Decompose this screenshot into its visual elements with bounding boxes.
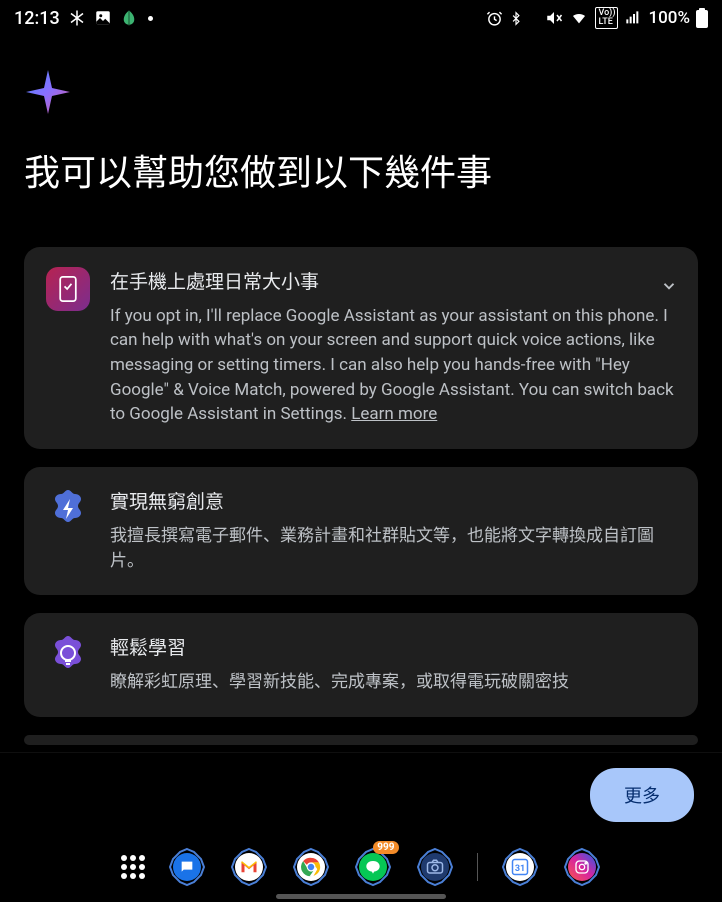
card-description: 我擅長撰寫電子郵件、業務計畫和社群貼文等，也能將文字轉換成自訂圖片。 xyxy=(110,524,676,573)
card-next-peek xyxy=(24,735,698,745)
card-body: 實現無窮創意 我擅長撰寫電子郵件、業務計畫和社群貼文等，也能將文字轉換成自訂圖片… xyxy=(110,487,676,573)
mute-icon xyxy=(545,9,563,27)
card-creativity[interactable]: 實現無窮創意 我擅長撰寫電子郵件、業務計畫和社群貼文等，也能將文字轉換成自訂圖片… xyxy=(24,467,698,595)
page-heading: 我可以幫助您做到以下幾件事 xyxy=(24,150,698,197)
status-bar: 12:13 Vo))LTE 100% xyxy=(0,0,722,36)
nav-app-camera[interactable] xyxy=(415,847,455,887)
card-title: 輕鬆學習 xyxy=(110,633,676,660)
leaf-icon xyxy=(120,9,138,27)
main-content: 我可以幫助您做到以下幾件事 在手機上處理日常大小事 If you opt in,… xyxy=(0,36,722,752)
nav-app-instagram[interactable] xyxy=(562,847,602,887)
battery-text: 100% xyxy=(648,8,690,28)
bluetooth-icon xyxy=(509,10,523,27)
image-icon xyxy=(94,9,112,27)
status-dot xyxy=(148,16,153,21)
lightning-icon xyxy=(46,487,90,531)
battery-icon xyxy=(696,8,708,28)
nav-divider xyxy=(477,853,478,881)
footer-bar: 更多 xyxy=(0,752,722,836)
chevron-down-icon[interactable] xyxy=(660,277,678,299)
nav-app-calendar[interactable]: 31 xyxy=(500,847,540,887)
nav-app-chat[interactable] xyxy=(167,847,207,887)
nav-app-line[interactable]: 999 xyxy=(353,847,393,887)
card-body: 輕鬆學習 瞭解彩虹原理、學習新技能、完成專案，或取得電玩破關密技 xyxy=(110,633,676,695)
more-button[interactable]: 更多 xyxy=(590,768,694,822)
card-description: 瞭解彩虹原理、學習新技能、完成專案，或取得電玩破關密技 xyxy=(110,670,676,695)
lightbulb-icon xyxy=(46,633,90,677)
notification-badge: 999 xyxy=(373,841,398,854)
app-drawer-icon[interactable] xyxy=(121,855,145,879)
card-description: If you opt in, I'll replace Google Assis… xyxy=(110,304,676,427)
learn-more-link[interactable]: Learn more xyxy=(351,404,437,424)
snowflake-icon xyxy=(68,9,86,27)
card-body: 在手機上處理日常大小事 If you opt in, I'll replace … xyxy=(110,267,676,427)
nav-app-chrome[interactable] xyxy=(291,847,331,887)
card-title: 在手機上處理日常大小事 xyxy=(110,267,676,294)
nav-app-gmail[interactable] xyxy=(229,847,269,887)
svg-text:31: 31 xyxy=(514,864,524,874)
card-title: 實現無窮創意 xyxy=(110,487,676,514)
card-learning[interactable]: 輕鬆學習 瞭解彩虹原理、學習新技能、完成專案，或取得電玩破關密技 xyxy=(24,613,698,717)
phone-checklist-icon xyxy=(46,267,90,311)
alarm-icon xyxy=(486,10,503,27)
gemini-sparkle-icon xyxy=(24,68,698,120)
volte-icon: Vo))LTE xyxy=(595,7,618,29)
status-left: 12:13 xyxy=(14,8,153,29)
signal-icon xyxy=(624,10,642,26)
card-phone-tasks[interactable]: 在手機上處理日常大小事 If you opt in, I'll replace … xyxy=(24,247,698,449)
gesture-bar[interactable] xyxy=(276,894,446,899)
status-right: Vo))LTE 100% xyxy=(486,7,708,29)
status-time: 12:13 xyxy=(14,8,60,29)
nav-bar: 999 31 xyxy=(0,836,722,902)
wifi-icon xyxy=(569,10,589,26)
